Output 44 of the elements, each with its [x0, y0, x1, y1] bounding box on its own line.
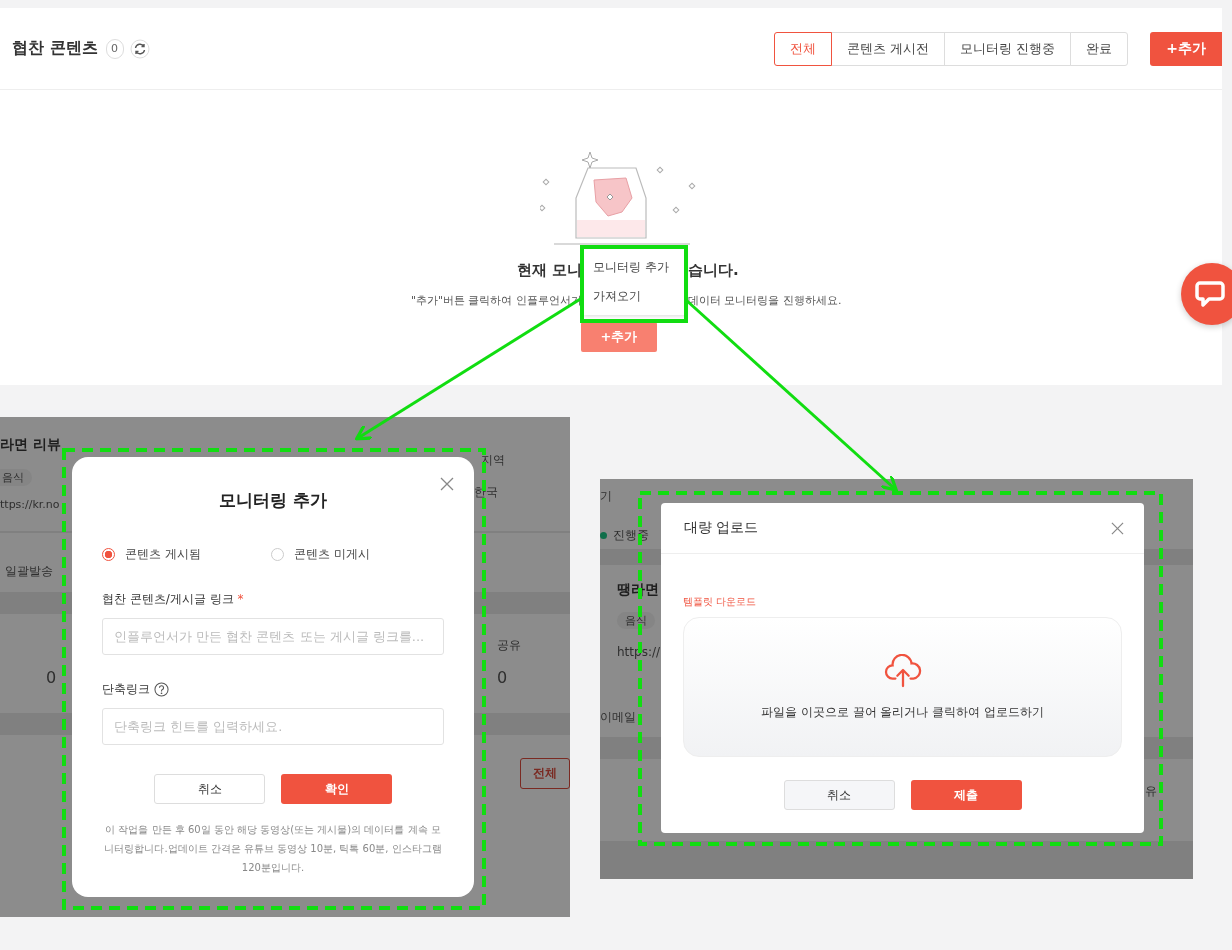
filter-tab[interactable]: 콘텐츠 게시전	[830, 31, 945, 66]
empty-description: 데이터 모니터링을 진행하세요.	[688, 293, 842, 308]
empty-title: 습니다.	[688, 261, 739, 280]
drop-zone-text: 파일을 이곳으로 끌어 올리거나 클릭하여 업로드하기	[760, 703, 1045, 721]
radio-option[interactable]: 콘텐츠 미게시	[270, 546, 370, 563]
background-text: 기	[600, 488, 612, 505]
category-tag: 음식	[0, 469, 32, 486]
short-link-input[interactable]: 단축링크 힌트를 입력하세요.	[102, 708, 444, 745]
chat-icon	[1195, 281, 1225, 307]
cloud-upload-icon	[883, 653, 922, 688]
file-drop-zone[interactable]: 파일을 이곳으로 끌어 올리거나 클릭하여 업로드하기	[683, 617, 1122, 757]
item-title: 라면 리뷰	[0, 436, 61, 454]
background-text: 지역	[481, 452, 505, 469]
close-icon[interactable]	[1111, 521, 1124, 535]
stat-value: 0	[46, 668, 57, 687]
dialog-title: 모니터링 추가	[218, 489, 328, 512]
refresh-icon[interactable]	[129, 38, 150, 59]
stat-value: 0	[497, 668, 508, 687]
background-text: 일괄발송	[5, 563, 53, 580]
template-download-link[interactable]: 템플릿 다운로드	[683, 595, 1122, 609]
dialog-title: 대량 업로드	[684, 519, 759, 537]
empty-title: 현재 모니	[516, 261, 582, 280]
field-label: 협찬 콘텐츠/게시글 링크 *	[102, 591, 245, 608]
filter-tab[interactable]: 전체	[773, 31, 832, 66]
radio-button[interactable]	[102, 548, 115, 561]
radio-option[interactable]: 콘텐츠 게시됨	[102, 546, 201, 563]
info-note: 이 작업을 만든 후 60일 동안 해당 동영상(또는 게시물)의 데이터를 계속 모니터링합니다.업데이트 간격은 유튜브 동영상 10분, 틱톡 60분, 인스타그램 120분입니다.	[103, 823, 443, 875]
background-text: 유	[1145, 783, 1157, 800]
field-label: 단축링크	[102, 681, 150, 698]
cancel-button[interactable]: 취소	[783, 780, 895, 810]
close-icon[interactable]	[440, 477, 454, 491]
cancel-button[interactable]: 취소	[154, 774, 265, 804]
filter-tab[interactable]: 모니터링 진행중	[943, 31, 1071, 66]
link-input[interactable]: 인플루언서가 만든 협찬 콘텐츠 또는 게시글 링크를...	[102, 618, 444, 655]
url-text: ttps://kr.no	[0, 498, 60, 511]
page-title: 협찬 콘텐츠	[12, 38, 98, 59]
help-icon[interactable]	[154, 682, 169, 697]
background-text: 이메일	[600, 709, 636, 726]
category-tag: 음식	[617, 612, 655, 629]
filter-tab[interactable]: 완료	[1070, 31, 1128, 66]
background-text: https://	[617, 645, 660, 659]
menu-item[interactable]: 모니터링 추가	[584, 253, 686, 282]
background-text: 공유	[497, 637, 521, 654]
menu-item[interactable]: 가져오기	[584, 282, 686, 311]
